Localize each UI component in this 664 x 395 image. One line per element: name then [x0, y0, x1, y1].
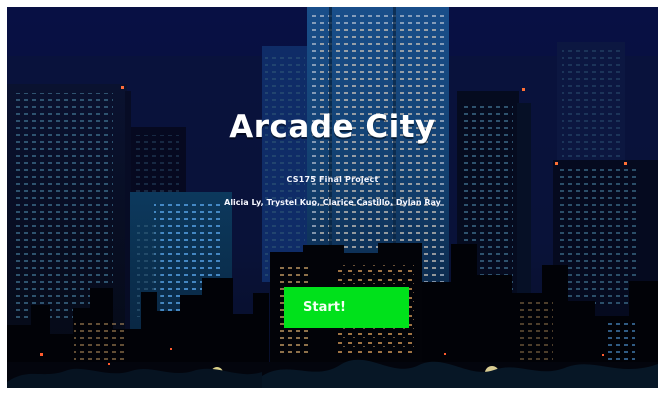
game-screen: Arcade City CS175 Final Project Alicia L… [7, 7, 658, 388]
city-skyline-background [7, 7, 658, 388]
start-button[interactable]: Start! [284, 287, 409, 328]
